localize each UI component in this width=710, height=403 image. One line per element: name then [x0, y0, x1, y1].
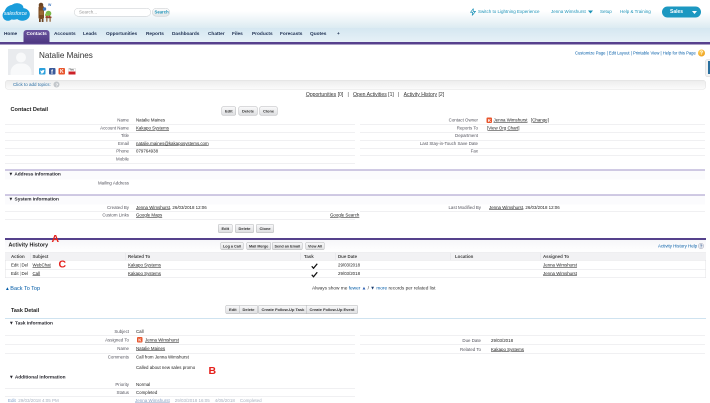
svg-text:W: W: [48, 3, 52, 7]
svg-text:salesforce: salesforce: [4, 11, 27, 17]
